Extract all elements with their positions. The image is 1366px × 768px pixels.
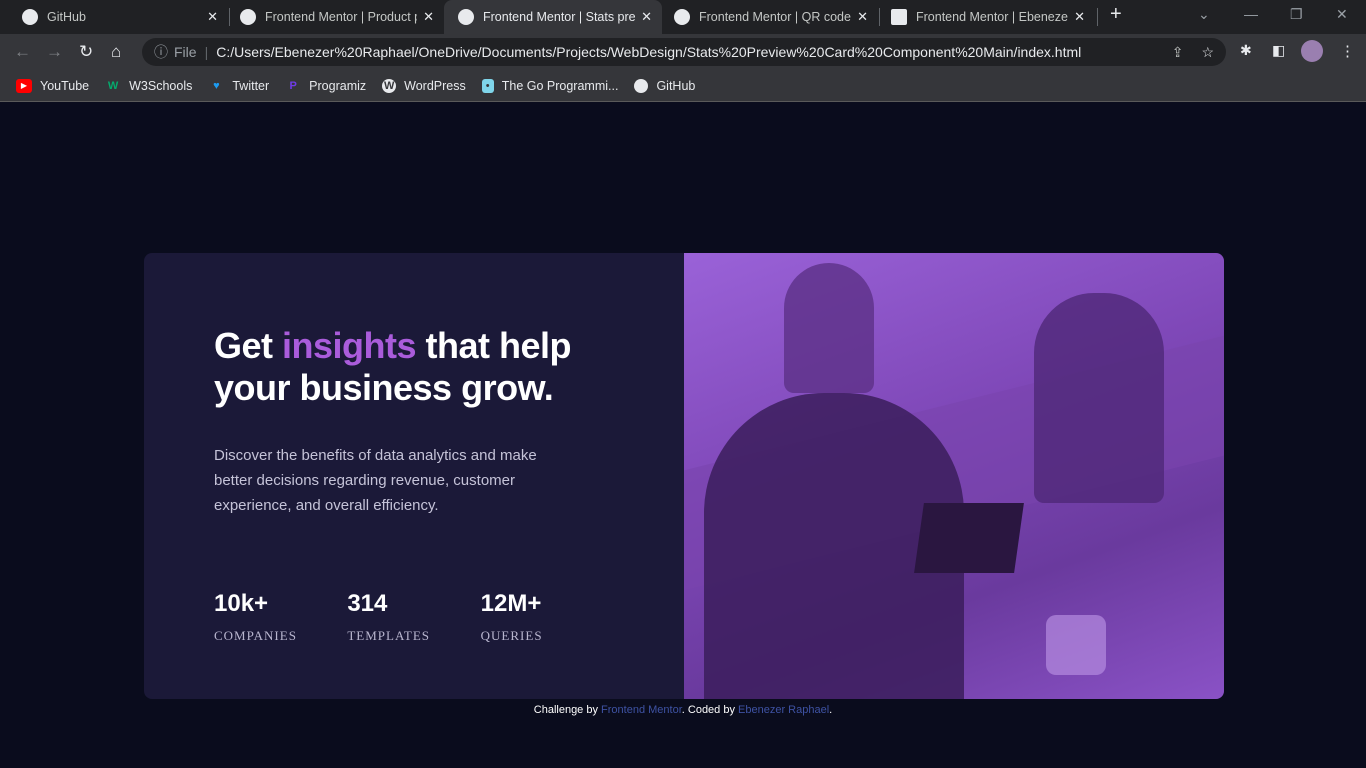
- back-icon[interactable]: ←: [14, 42, 31, 62]
- frontend-mentor-icon: [458, 9, 474, 25]
- youtube-icon: ▶: [16, 78, 32, 93]
- bookmark-wordpress[interactable]: W WordPress: [382, 78, 466, 93]
- programiz-icon: P: [289, 79, 297, 92]
- attribution-footer: Challenge by Frontend Mentor. Coded by E…: [533, 704, 833, 716]
- home-icon[interactable]: ⌂: [111, 42, 121, 62]
- tab-ebenezer[interactable]: Frontend Mentor | Ebenezer ✕: [877, 0, 1095, 34]
- toolbar: ← → ↻ ⌂ ⓘ File | C:/Users/Ebenezer%20Rap…: [0, 34, 1366, 70]
- card-heading: Get insights that help your business gro…: [214, 325, 572, 408]
- stat-companies: 10k+ COMPANIES: [214, 590, 297, 643]
- card-description: Discover the benefits of data analytics …: [214, 447, 537, 514]
- go-gopher-icon: •: [481, 78, 494, 93]
- tab-qr[interactable]: Frontend Mentor | QR code c ✕: [660, 0, 878, 34]
- info-icon: ⓘ: [154, 44, 168, 60]
- avatar[interactable]: [1301, 40, 1323, 62]
- frontend-mentor-icon: [674, 9, 690, 25]
- close-window-button[interactable]: ✕: [1336, 6, 1348, 23]
- stat-queries: 12M+ QUERIES: [480, 590, 543, 643]
- bookmark-youtube[interactable]: ▶ YouTube: [16, 78, 89, 93]
- bookmark-twitter[interactable]: ♥ Twitter: [208, 79, 269, 93]
- bookmark-github[interactable]: GitHub: [634, 78, 695, 93]
- tab-product[interactable]: Frontend Mentor | Product p ✕: [226, 0, 444, 34]
- twitter-icon: ♥: [213, 79, 220, 92]
- new-tab-button[interactable]: +: [1110, 3, 1122, 26]
- card-content: Get insights that help your business gro…: [144, 253, 684, 699]
- bookmarks-bar: ▶ YouTube W W3Schools ♥ Twitter P Programiz …: [0, 70, 1366, 102]
- extensions-icon[interactable]: ✱: [1240, 42, 1252, 59]
- stats-row: 10k+ COMPANIES 314 TEMPLATES 12M+ QUERIES: [214, 590, 614, 644]
- tab-stats[interactable]: Frontend Mentor | Stats prev ✕: [444, 0, 662, 34]
- bookmark-star-icon[interactable]: ☆: [1201, 44, 1214, 61]
- menu-icon[interactable]: ⋮: [1340, 42, 1355, 60]
- bookmark-programiz[interactable]: P Programiz: [285, 79, 367, 93]
- tab-github[interactable]: GitHub ✕: [8, 0, 228, 34]
- side-panel-icon[interactable]: ◧: [1272, 42, 1285, 59]
- stats-preview-card: Get insights that help your business gro…: [144, 253, 1224, 699]
- close-tab-icon[interactable]: ✕: [423, 9, 434, 25]
- restore-button[interactable]: ❐: [1290, 6, 1303, 23]
- close-tab-icon[interactable]: ✕: [641, 9, 652, 25]
- tab-bar: GitHub ✕ Frontend Mentor | Product p ✕ Fro…: [0, 0, 1366, 34]
- url-text[interactable]: C:/Users/Ebenezer%20Raphael/OneDrive/Doc…: [216, 44, 1081, 60]
- office-photo-image: [684, 253, 1224, 699]
- github-icon: [634, 78, 649, 93]
- tab-search-icon[interactable]: ⌄: [1198, 6, 1210, 23]
- author-link[interactable]: Ebenezer Raphael: [738, 704, 829, 716]
- close-tab-icon[interactable]: ✕: [857, 9, 868, 25]
- frontend-mentor-link[interactable]: Frontend Mentor: [601, 704, 682, 716]
- forward-icon[interactable]: →: [46, 42, 63, 62]
- close-tab-icon[interactable]: ✕: [207, 9, 218, 25]
- bookmark-go[interactable]: • The Go Programmi...: [481, 78, 618, 93]
- stat-templates: 314 TEMPLATES: [347, 590, 430, 643]
- wordpress-icon: W: [382, 78, 397, 93]
- w3schools-icon: W: [107, 79, 119, 92]
- scheme-label: File: [174, 44, 197, 60]
- close-tab-icon[interactable]: ✕: [1074, 9, 1085, 25]
- frontend-mentor-icon: [891, 9, 907, 25]
- github-icon: [22, 9, 38, 25]
- address-bar[interactable]: ⓘ File | C:/Users/Ebenezer%20Raphael/One…: [142, 38, 1226, 66]
- minimize-button[interactable]: —: [1244, 6, 1258, 22]
- bookmark-w3schools[interactable]: W W3Schools: [105, 79, 192, 93]
- heading-highlight: insights: [282, 325, 417, 366]
- reload-icon[interactable]: ↻: [79, 42, 93, 62]
- share-icon[interactable]: ⇪: [1172, 44, 1184, 61]
- frontend-mentor-icon: [240, 9, 256, 25]
